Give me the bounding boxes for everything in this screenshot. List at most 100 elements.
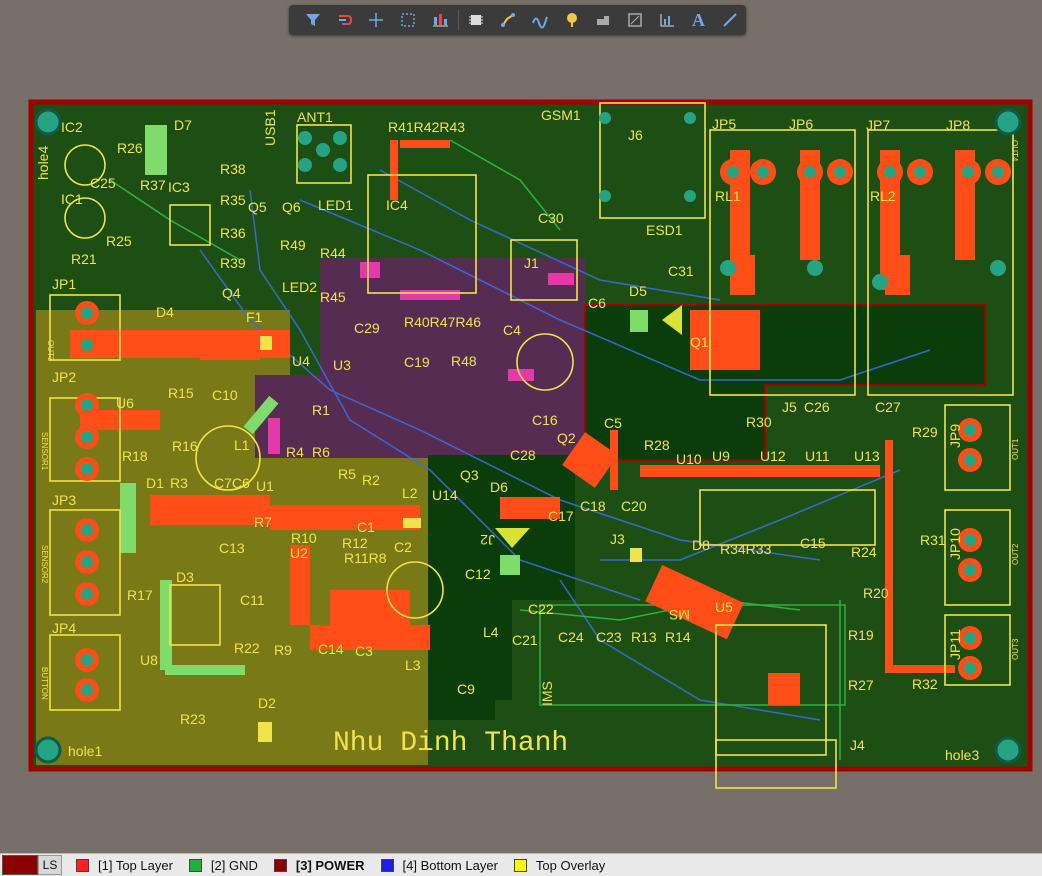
text-icon[interactable]: A [683, 7, 715, 33]
layer-tab-label: Top Overlay [535, 857, 606, 873]
svg-text:C4: C4 [503, 322, 521, 338]
filter-icon[interactable] [297, 7, 329, 33]
svg-text:R17: R17 [127, 587, 153, 603]
layer-tab-bottom[interactable]: [4] Bottom Layer [373, 855, 506, 875]
svg-text:C20: C20 [621, 498, 647, 514]
svg-text:R21: R21 [71, 251, 97, 267]
svg-text:hole4: hole4 [35, 146, 51, 180]
route-icon[interactable] [329, 7, 361, 33]
region-icon[interactable] [619, 7, 651, 33]
svg-text:R20: R20 [863, 585, 889, 601]
svg-text:R35: R35 [220, 192, 246, 208]
layer-tab-power[interactable]: [3] POWER [266, 855, 373, 875]
svg-text:C10: C10 [212, 387, 238, 403]
svg-text:BUTTON: BUTTON [40, 667, 49, 700]
svg-text:F1: F1 [246, 309, 263, 325]
svg-text:Q3: Q3 [460, 467, 479, 483]
svg-text:C5: C5 [604, 415, 622, 431]
component-icon[interactable] [461, 7, 493, 33]
svg-text:ESD1: ESD1 [646, 222, 683, 238]
svg-text:U8: U8 [140, 652, 158, 668]
dimension-icon[interactable] [651, 7, 683, 33]
svg-text:R19: R19 [848, 627, 874, 643]
svg-text:U6: U6 [116, 395, 134, 411]
diff-pair-icon[interactable] [524, 7, 556, 33]
svg-text:C31: C31 [668, 263, 694, 279]
svg-text:IC3: IC3 [168, 179, 190, 195]
layer-tab-top-overlay[interactable]: Top Overlay [506, 855, 613, 875]
svg-text:C13: C13 [219, 540, 245, 556]
svg-text:C7C6: C7C6 [214, 475, 250, 491]
svg-text:U4: U4 [292, 353, 310, 369]
svg-text:U11: U11 [805, 448, 830, 464]
svg-text:R31: R31 [920, 532, 946, 548]
svg-text:R9: R9 [274, 642, 292, 658]
svg-text:C29: C29 [354, 320, 380, 336]
svg-text:R1: R1 [312, 402, 330, 418]
layer-tab-label: [3] POWER [295, 857, 365, 873]
svg-text:R29: R29 [912, 424, 938, 440]
svg-text:D7: D7 [174, 117, 192, 133]
svg-text:Q2: Q2 [557, 430, 576, 446]
pcb-toolbar: A [289, 5, 746, 35]
svg-text:R22: R22 [234, 640, 260, 656]
svg-text:C19: C19 [404, 354, 430, 370]
layer-tab-label: [1] Top Layer [98, 857, 173, 873]
svg-text:Q6: Q6 [282, 199, 301, 215]
svg-text:D3: D3 [176, 569, 194, 585]
via-icon[interactable] [556, 7, 588, 33]
svg-text:Q5: Q5 [248, 199, 267, 215]
svg-text:R44: R44 [320, 245, 346, 261]
svg-text:JP2: JP2 [52, 369, 76, 385]
layer-color-swatch [76, 858, 89, 872]
svg-text:RL2: RL2 [870, 188, 896, 204]
pcb-canvas[interactable]: IC2 R26 C25 R37 IC3 IC1 R25 R21 D7 R38 R35 R36 R… [0, 0, 1042, 853]
layer-color-swatch [380, 858, 394, 872]
svg-text:C30: C30 [538, 210, 564, 226]
svg-text:R32: R32 [912, 676, 938, 692]
svg-text:J1: J1 [524, 255, 539, 271]
align-icon[interactable] [424, 7, 456, 33]
svg-text:JP9: JP9 [947, 424, 963, 448]
svg-text:R36: R36 [220, 225, 246, 241]
svg-text:R48: R48 [451, 353, 477, 369]
svg-text:MS: MS [669, 607, 690, 623]
polygon-icon[interactable] [587, 7, 619, 33]
svg-text:SENSOR1: SENSOR1 [40, 432, 49, 471]
svg-text:R28: R28 [644, 437, 670, 453]
svg-text:hole3: hole3 [945, 747, 979, 763]
svg-text:U9: U9 [712, 448, 730, 464]
svg-text:R14: R14 [665, 629, 691, 645]
line-icon[interactable] [714, 7, 746, 33]
svg-text:OUT3: OUT3 [1011, 638, 1020, 660]
svg-text:R38: R38 [220, 161, 246, 177]
current-layer-swatch[interactable] [2, 855, 38, 875]
svg-text:R37: R37 [140, 177, 166, 193]
crosshair-icon[interactable] [360, 7, 392, 33]
select-rect-icon[interactable] [392, 7, 424, 33]
svg-text:OUT2: OUT2 [1011, 543, 1020, 565]
svg-text:R40R47R46: R40R47R46 [404, 314, 481, 330]
svg-text:C1: C1 [357, 519, 375, 535]
svg-text:D8: D8 [692, 537, 710, 553]
interactive-route-icon[interactable] [492, 7, 524, 33]
svg-text:C24: C24 [558, 629, 584, 645]
layer-set-button[interactable]: LS [38, 855, 62, 875]
svg-text:R2: R2 [362, 472, 380, 488]
svg-text:RL1: RL1 [715, 188, 741, 204]
svg-text:L3: L3 [405, 657, 421, 673]
svg-text:JP8: JP8 [946, 117, 970, 133]
layer-tab-gnd[interactable]: [2] GND [181, 855, 266, 875]
svg-text:Q4: Q4 [222, 285, 241, 301]
svg-text:L4: L4 [483, 624, 499, 640]
svg-text:L1: L1 [234, 437, 250, 453]
layer-tab-top[interactable]: [1] Top Layer [68, 855, 181, 875]
svg-text:hole1: hole1 [68, 743, 102, 759]
svg-text:C23: C23 [596, 629, 622, 645]
svg-text:IC1: IC1 [61, 191, 83, 207]
svg-text:J2: J2 [480, 532, 495, 548]
svg-text:C15: C15 [800, 535, 826, 551]
svg-text:R11R8: R11R8 [344, 550, 387, 566]
svg-text:C26: C26 [804, 399, 830, 415]
svg-text:R49: R49 [280, 237, 306, 253]
